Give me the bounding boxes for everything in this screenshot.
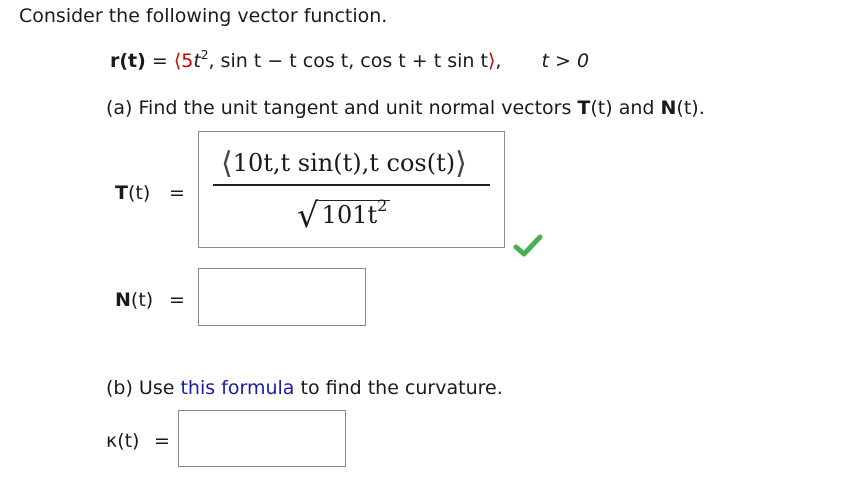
part-a-prompt: (a) Find the unit tangent and unit norma… (106, 97, 705, 119)
T-numerator: ⟨10t,t sin(t),t cos(t)⟩ (221, 146, 467, 181)
kappa-label: κ(t) (106, 430, 140, 452)
T-denominator: √ 101t2 (297, 192, 391, 236)
T-label: T(t) (115, 182, 151, 204)
kappa-answer-field[interactable] (178, 410, 346, 467)
domain-condition: t > 0 (541, 50, 590, 72)
T-equals: = (169, 182, 185, 204)
intro-text: Consider the following vector function. (19, 5, 388, 27)
N-equals: = (169, 289, 185, 311)
T-answer-field[interactable]: ⟨10t,t sin(t),t cos(t)⟩ √ 101t2 (198, 131, 505, 248)
N-label: N(t) (115, 289, 154, 311)
vector-function-lhs: r(t) (110, 50, 146, 72)
part-b-prompt: (b) Use this formula to find the curvatu… (106, 377, 503, 399)
component-2: sin t − t cos t (220, 50, 349, 72)
formula-link[interactable]: this formula (180, 377, 294, 399)
kappa-equals: = (154, 430, 170, 452)
fraction-bar (213, 184, 490, 186)
correct-check-icon (513, 233, 543, 259)
component-3: cos t + t sin t (360, 50, 488, 72)
vector-function: r(t) = ⟨5t2, sin t − t cos t, cos t + t … (110, 48, 590, 72)
coefficient-highlight: 5 (181, 50, 194, 72)
N-answer-field[interactable] (198, 268, 366, 326)
